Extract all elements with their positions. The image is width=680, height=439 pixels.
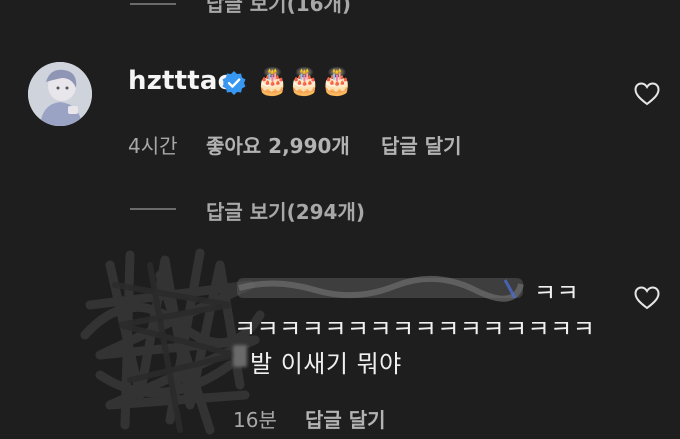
birthday-cake-emojis: 🎂🎂🎂 [256, 67, 354, 97]
comment-time: 4시간 [128, 134, 178, 158]
reply-button[interactable]: 답글 달기 [381, 130, 462, 159]
heart-outline-icon[interactable] [634, 82, 660, 106]
heart-outline-icon[interactable] [634, 286, 660, 310]
comments-screen: 답글 보기(16개) hztttao 🎂🎂🎂 4시간 좋아요 2,990개 답글… [0, 0, 680, 439]
avatar[interactable] [28, 62, 92, 126]
view-replies[interactable]: 답글 보기(294개) [206, 196, 365, 225]
avatar-image [28, 62, 92, 126]
comment-text-line1-tail: ㅋㅋ [534, 279, 580, 307]
reply-button[interactable]: 답글 달기 [305, 404, 386, 433]
replies-divider-top [130, 3, 176, 5]
verified-badge-icon [222, 71, 246, 95]
comment-text-line2: ㅋㅋㅋㅋㅋㅋㅋㅋㅋㅋㅋㅋㅋㅋㅋㅋ [234, 315, 596, 343]
redacted-username [237, 275, 524, 302]
censored-character [233, 345, 247, 367]
comment-text-line3: 발 이새기 뭐야 [250, 350, 402, 378]
replies-divider [130, 208, 176, 210]
comment-time: 16분 [233, 408, 277, 432]
comment-username[interactable]: hztttao [128, 66, 236, 96]
view-replies-top[interactable]: 답글 보기(16개) [206, 0, 351, 17]
comment-likes[interactable]: 좋아요 2,990개 [206, 130, 350, 159]
